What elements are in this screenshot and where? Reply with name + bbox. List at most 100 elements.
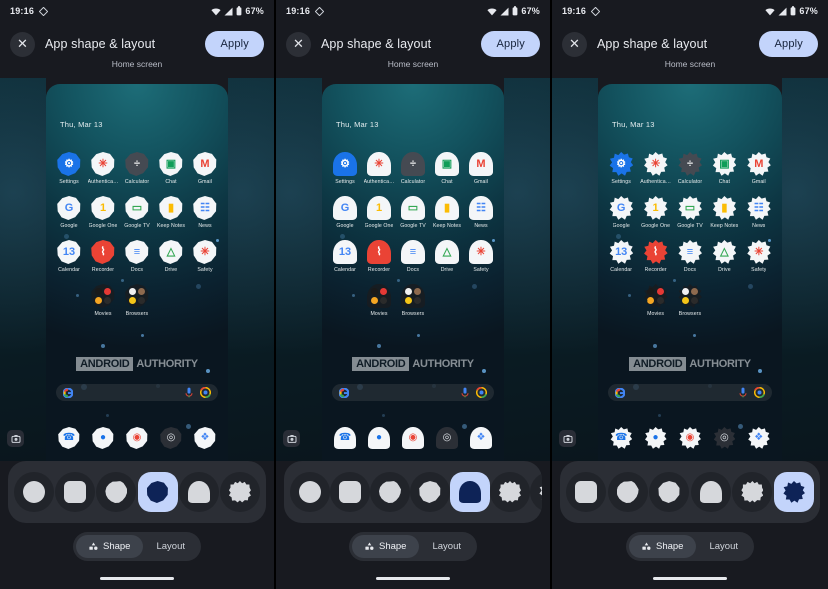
app-item[interactable]: △ Drive xyxy=(707,240,741,273)
tab-layout[interactable]: Layout xyxy=(143,535,198,558)
app-item[interactable]: 13 Calendar xyxy=(52,240,86,273)
app-item[interactable]: M Gmail xyxy=(188,152,222,185)
app-icon[interactable]: M xyxy=(193,152,217,176)
app-item[interactable]: G Google xyxy=(604,196,638,229)
app-icon[interactable]: ✳ xyxy=(91,152,115,176)
screenshot-button[interactable] xyxy=(559,430,576,447)
app-icon[interactable]: 1 xyxy=(644,196,668,220)
shape-swatch-four-leaf-clover[interactable] xyxy=(370,472,410,512)
app-icon[interactable]: ✳ xyxy=(367,152,391,176)
dock-icon[interactable]: ◉ xyxy=(402,427,424,449)
google-search-bar[interactable] xyxy=(608,384,772,401)
app-item[interactable]: ▭ Google TV xyxy=(396,196,430,229)
navigation-pill[interactable] xyxy=(376,577,450,580)
shape-swatch-four-leaf-clover[interactable] xyxy=(607,472,648,512)
folder-icon[interactable] xyxy=(678,284,702,308)
app-icon[interactable]: ✳ xyxy=(747,240,771,264)
app-icon[interactable]: ⌇ xyxy=(367,240,391,264)
app-icon[interactable]: ☷ xyxy=(469,196,493,220)
folder-item[interactable]: Movies xyxy=(638,284,672,317)
dock-icon[interactable]: ● xyxy=(645,427,667,449)
app-icon[interactable]: ☷ xyxy=(193,196,217,220)
app-item[interactable]: ≡ Docs xyxy=(396,240,430,273)
app-icon[interactable]: 1 xyxy=(91,196,115,220)
app-item[interactable]: ≡ Docs xyxy=(673,240,707,273)
app-icon[interactable]: 13 xyxy=(57,240,81,264)
app-item[interactable]: 1 Google One xyxy=(86,196,120,229)
app-item[interactable]: ⚙ Settings xyxy=(604,152,638,185)
app-icon[interactable]: ▮ xyxy=(712,196,737,220)
app-item[interactable]: ▣ Chat xyxy=(707,152,741,185)
app-item[interactable]: ⌇ Recorder xyxy=(362,240,396,273)
dock-icon[interactable]: ☎ xyxy=(334,427,356,449)
app-item[interactable]: ▭ Google TV xyxy=(673,196,707,229)
dock-icon[interactable]: ● xyxy=(92,427,114,449)
folder-icon[interactable] xyxy=(644,284,668,308)
app-icon[interactable]: ÷ xyxy=(401,152,425,176)
shape-swatch-flower-burst[interactable] xyxy=(732,472,773,512)
tab-layout[interactable]: Layout xyxy=(696,535,751,558)
dock-icon[interactable]: ◉ xyxy=(679,427,701,449)
app-icon[interactable]: ≡ xyxy=(401,240,425,264)
app-item[interactable]: ✳ Safety xyxy=(742,240,776,273)
tab-layout[interactable]: Layout xyxy=(419,535,474,558)
app-icon[interactable]: G xyxy=(609,196,634,220)
apply-button[interactable]: Apply xyxy=(481,31,540,57)
app-item[interactable]: ≡ Docs xyxy=(120,240,154,273)
shape-picker[interactable] xyxy=(284,461,542,523)
tab-shape[interactable]: Shape xyxy=(75,535,144,558)
app-item[interactable]: ☷ News xyxy=(188,196,222,229)
shape-swatch-heptagon[interactable] xyxy=(137,472,178,512)
app-icon[interactable]: △ xyxy=(159,240,183,264)
app-item[interactable]: ⚙ Settings xyxy=(52,152,86,185)
app-item[interactable]: ✳ Safety xyxy=(464,240,498,273)
app-icon[interactable]: ☷ xyxy=(747,196,771,220)
shape-swatch-star-cog[interactable] xyxy=(773,472,814,512)
app-item[interactable]: ⚙ Settings xyxy=(328,152,362,185)
app-item[interactable]: ☷ News xyxy=(464,196,498,229)
apply-button[interactable]: Apply xyxy=(759,31,818,57)
shape-swatch-circle[interactable] xyxy=(290,472,330,512)
app-icon[interactable]: ÷ xyxy=(125,152,149,176)
app-icon[interactable]: G xyxy=(57,196,81,220)
folder-item[interactable]: Browsers xyxy=(120,284,154,317)
folder-item[interactable]: Browsers xyxy=(673,284,707,317)
folder-icon[interactable] xyxy=(367,284,391,308)
tab-shape[interactable]: Shape xyxy=(628,535,697,558)
shape-swatch-four-leaf-clover[interactable] xyxy=(96,472,137,512)
folder-icon[interactable] xyxy=(401,284,425,308)
dock-icon[interactable]: ◎ xyxy=(713,427,736,449)
shape-swatch-heptagon[interactable] xyxy=(649,472,690,512)
shape-swatch-square[interactable] xyxy=(566,472,606,512)
app-item[interactable]: ✳ Authentica… xyxy=(362,152,396,185)
app-icon[interactable]: ≡ xyxy=(678,240,702,264)
shape-swatch-star-cog[interactable] xyxy=(530,472,542,512)
app-item[interactable]: ▭ Google TV xyxy=(120,196,154,229)
app-icon[interactable]: ⚙ xyxy=(333,152,357,176)
app-item[interactable]: ⌇ Recorder xyxy=(638,240,672,273)
tab-shape[interactable]: Shape xyxy=(351,535,420,558)
shape-swatch-arch[interactable] xyxy=(690,472,731,512)
app-item[interactable]: 1 Google One xyxy=(638,196,672,229)
app-item[interactable]: 13 Calendar xyxy=(328,240,362,273)
app-icon[interactable]: 1 xyxy=(367,196,391,220)
app-icon[interactable]: ▮ xyxy=(159,196,183,220)
app-icon[interactable]: ÷ xyxy=(678,152,702,176)
app-item[interactable]: △ Drive xyxy=(154,240,188,273)
app-icon[interactable]: ▮ xyxy=(435,196,459,220)
app-icon[interactable]: ⚙ xyxy=(57,152,81,176)
app-item[interactable]: ▮ Keep Notes xyxy=(154,196,188,229)
dock-icon[interactable]: ◎ xyxy=(160,427,182,449)
app-item[interactable]: ☷ News xyxy=(742,196,776,229)
app-icon[interactable]: 13 xyxy=(333,240,357,264)
app-item[interactable]: ⌇ Recorder xyxy=(86,240,120,273)
app-icon[interactable]: ▭ xyxy=(401,196,425,220)
app-icon[interactable]: ≡ xyxy=(125,240,149,264)
folder-item[interactable]: Browsers xyxy=(396,284,430,317)
google-search-bar[interactable] xyxy=(56,384,218,401)
google-search-bar[interactable] xyxy=(332,384,494,401)
app-item[interactable]: ✳ Authentica… xyxy=(86,152,120,185)
app-item[interactable]: M Gmail xyxy=(742,152,776,185)
shape-swatch-square[interactable] xyxy=(55,472,96,512)
app-icon[interactable]: ▣ xyxy=(159,152,183,176)
